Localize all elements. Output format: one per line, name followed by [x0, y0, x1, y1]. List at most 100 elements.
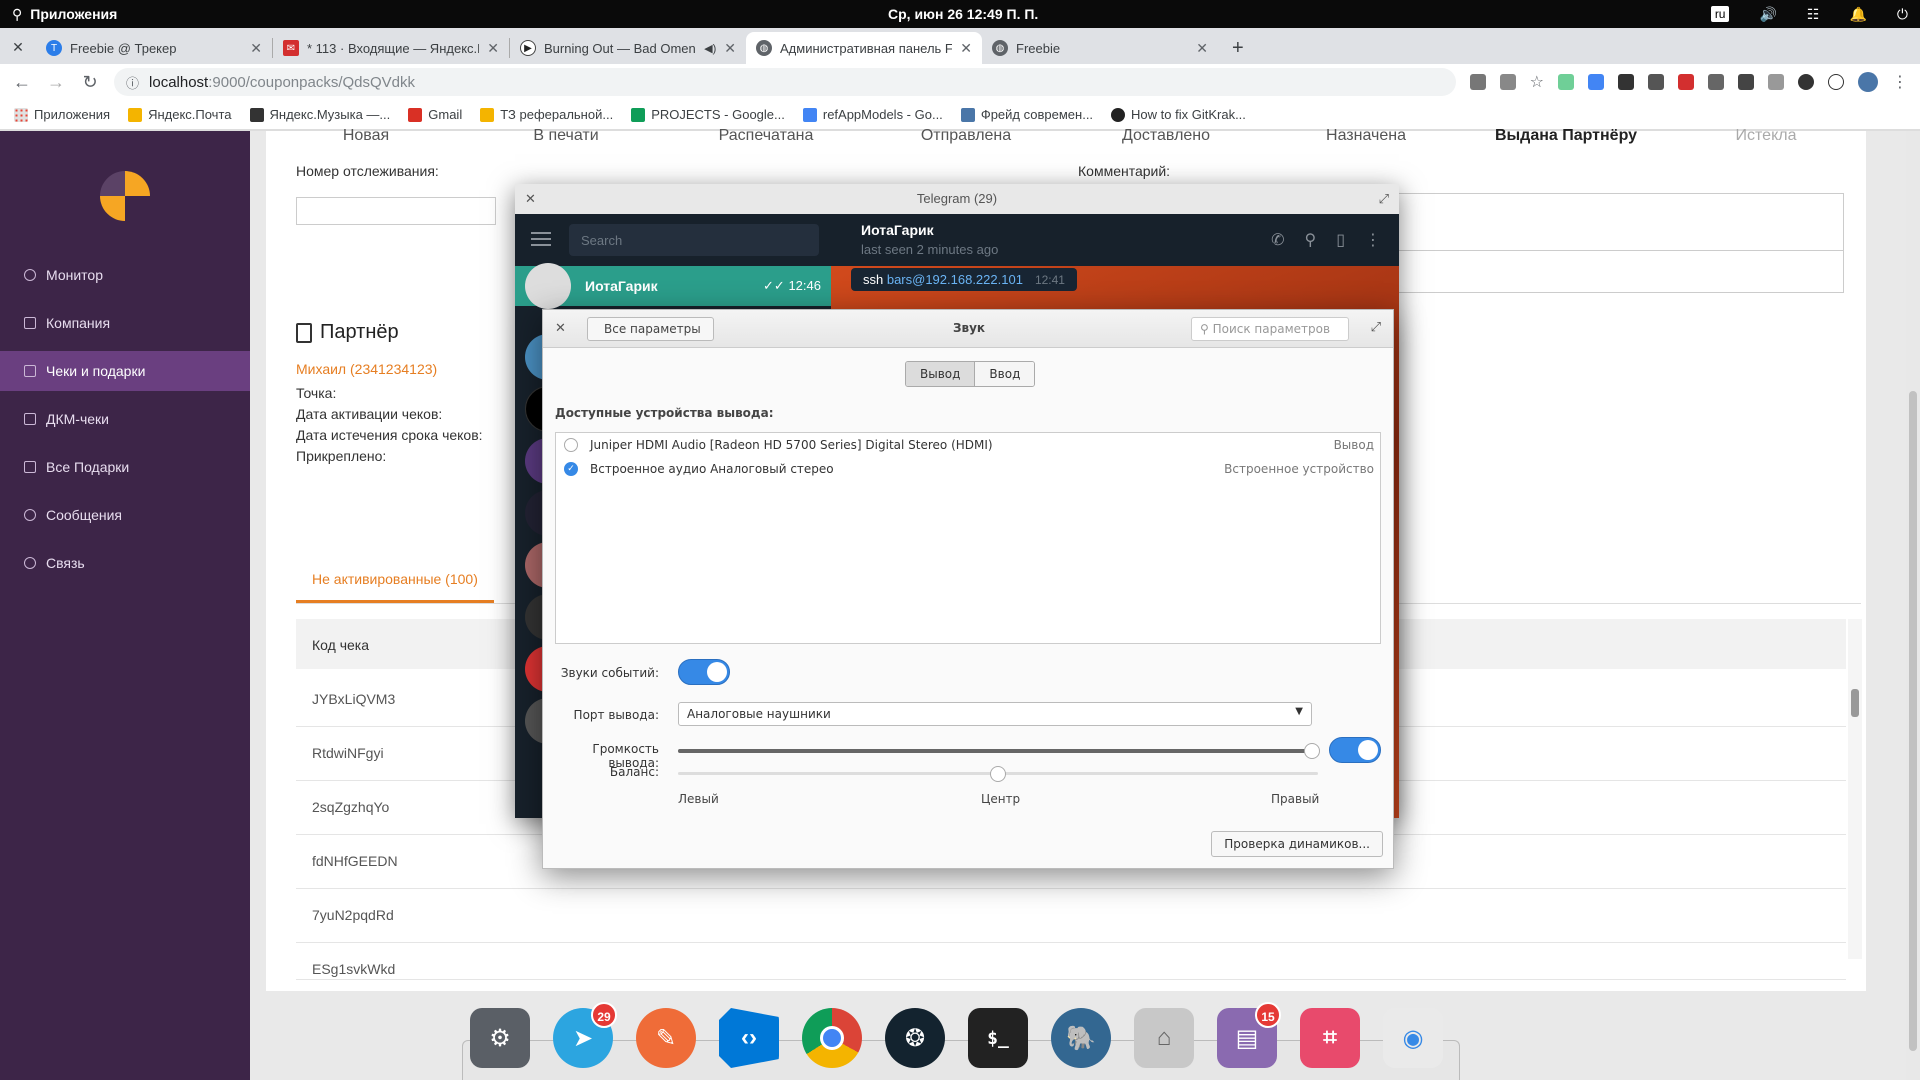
scrollbar-thumb[interactable]	[1851, 689, 1859, 717]
chat-list-item-active[interactable]: ИотаГарик ✓✓ 12:46	[515, 263, 831, 309]
terminal-icon[interactable]: $_	[968, 1008, 1028, 1068]
forward-arrow-icon[interactable]: →	[46, 72, 66, 93]
browser-tab[interactable]: T Freebie @ Трекер ✕	[36, 32, 272, 64]
extension-icon[interactable]	[1678, 74, 1694, 90]
table-row[interactable]: 7yuN2pqdRd	[296, 889, 1846, 943]
browser-tab[interactable]: ▶ Burning Out — Bad Omens ◀) ✕	[510, 32, 746, 64]
output-port-select[interactable]: Аналоговые наушники ▼	[678, 702, 1312, 726]
search-icon[interactable]: ⚲	[1304, 230, 1316, 250]
balance-slider-knob[interactable]	[990, 766, 1006, 782]
browser-tab[interactable]: ◍ Freebie ✕	[982, 32, 1218, 64]
bookmark-item[interactable]: ТЗ реферальной...	[480, 107, 613, 122]
device-row[interactable]: Juniper HDMI Audio [Radeon HD 5700 Serie…	[556, 433, 1380, 457]
tab-output[interactable]: Вывод	[906, 362, 976, 386]
settings-gear-icon[interactable]: ⚙	[470, 1008, 530, 1068]
more-vertical-icon[interactable]: ⋮	[1365, 230, 1381, 250]
bookmark-item[interactable]: PROJECTS - Google...	[631, 107, 785, 122]
telegram-icon[interactable]: ➤ 29	[553, 1002, 617, 1068]
vscode-icon[interactable]: ‹›	[719, 1008, 779, 1068]
tab-close-icon[interactable]: ✕	[724, 40, 736, 57]
bookmark-apps[interactable]: Приложения	[14, 107, 110, 122]
applications-menu[interactable]: ⚲ Приложения	[0, 6, 117, 23]
bookmark-item[interactable]: How to fix GitKrak...	[1111, 107, 1246, 122]
sidebar-item-connection[interactable]: Связь	[0, 543, 250, 583]
sidebar-item-messages[interactable]: Сообщения	[0, 495, 250, 535]
archive-manager-icon[interactable]: ▤ 15	[1217, 1002, 1281, 1068]
settings-search-input[interactable]: ⚲ Поиск параметров	[1191, 317, 1349, 341]
tab-close-icon[interactable]: ✕	[250, 40, 262, 57]
bookmark-item[interactable]: Gmail	[408, 107, 462, 122]
table-row[interactable]: ESg1svkWkd	[296, 943, 1846, 980]
network-icon[interactable]: ☷	[1807, 6, 1820, 23]
screenshot-crop-icon[interactable]: ⌗	[1300, 1008, 1360, 1068]
partner-link[interactable]: Михаил (2341234123)	[296, 361, 437, 377]
gitkraken-icon[interactable]: ❂	[885, 1008, 945, 1068]
balance-slider[interactable]	[678, 766, 1318, 782]
tab-close-icon[interactable]: ✕	[487, 40, 499, 57]
page-scrollbar[interactable]	[1906, 131, 1920, 1080]
extension-icon[interactable]	[1738, 74, 1754, 90]
tracking-number-input[interactable]	[296, 197, 496, 225]
sidebar-toggle-icon[interactable]: ▯	[1336, 230, 1345, 250]
tab-not-activated[interactable]: Не активированные (100)	[296, 571, 494, 603]
back-arrow-icon[interactable]: ←	[12, 72, 32, 93]
volume-icon[interactable]: 🔊	[1759, 6, 1776, 23]
translate-icon[interactable]	[1499, 74, 1516, 90]
extension-icon[interactable]	[1558, 74, 1574, 90]
file-manager-icon[interactable]: ⌂	[1134, 1008, 1194, 1068]
logo[interactable]	[100, 171, 150, 221]
sidebar-item-checks-gifts[interactable]: Чеки и подарки	[0, 351, 250, 391]
bookmark-star-icon[interactable]: ☆	[1530, 72, 1544, 92]
extension-icon[interactable]	[1828, 74, 1844, 90]
more-menu-icon[interactable]: ⋮	[1892, 72, 1908, 92]
extension-icon[interactable]	[1618, 74, 1634, 90]
extension-icon[interactable]	[1648, 74, 1664, 90]
message-bubble[interactable]: ssh bars@192.168.222.101 12:41	[851, 268, 1077, 291]
table-scrollbar[interactable]	[1848, 619, 1862, 959]
mute-toggle[interactable]	[1329, 737, 1381, 763]
comment-editor[interactable]: Tx	[1366, 193, 1844, 293]
tab-audio-icon[interactable]: ◀)	[704, 42, 716, 55]
power-icon[interactable]: ⏻	[1897, 6, 1908, 23]
message-link[interactable]: bars@192.168.222.101	[887, 272, 1023, 287]
extension-icon[interactable]	[1708, 74, 1724, 90]
reload-icon[interactable]: ↻	[80, 72, 100, 93]
bookmark-item[interactable]: Фрейд современ...	[960, 107, 1093, 122]
event-sounds-toggle[interactable]	[678, 659, 730, 685]
maximize-icon[interactable]: ⤢	[1379, 184, 1389, 214]
chat-header-name[interactable]: ИотаГарик	[861, 222, 934, 238]
close-window-icon[interactable]: ✕	[0, 39, 36, 64]
extension-icon[interactable]	[1768, 74, 1784, 90]
sidebar-item-dkm-checks[interactable]: ДКМ-чеки	[0, 399, 250, 439]
extension-icon[interactable]	[1588, 74, 1604, 90]
postman-icon[interactable]: ✎	[636, 1008, 696, 1068]
switchboard-toggle-icon[interactable]: ◉	[1383, 1008, 1443, 1068]
volume-slider-knob[interactable]	[1304, 743, 1320, 759]
notifications-bell-icon[interactable]: 🔔	[1849, 6, 1866, 23]
extension-icon[interactable]	[1798, 74, 1814, 90]
volume-slider[interactable]	[678, 743, 1320, 759]
tab-input[interactable]: Ввод	[975, 362, 1035, 386]
bookmark-item[interactable]: Яндекс.Музыка —...	[249, 107, 390, 122]
address-bar[interactable]: ⓘ localhost:9000/couponpacks/QdsQVdkk	[114, 68, 1456, 96]
sidebar-item-monitor[interactable]: Монитор	[0, 255, 250, 295]
browser-tab[interactable]: ✉ * 113 · Входящие — Яндекс.П ✕	[273, 32, 509, 64]
hamburger-menu-icon[interactable]	[531, 232, 551, 246]
info-icon[interactable]: ⓘ	[126, 73, 139, 92]
sidebar-item-all-gifts[interactable]: Все Подарки	[0, 447, 250, 487]
new-tab-button[interactable]: +	[1218, 37, 1258, 64]
key-icon[interactable]	[1469, 74, 1486, 90]
keyboard-layout-indicator[interactable]: ru	[1710, 6, 1730, 22]
chrome-icon[interactable]	[802, 1008, 862, 1068]
tab-close-icon[interactable]: ✕	[1196, 40, 1208, 57]
bookmark-item[interactable]: refAppModels - Go...	[802, 107, 943, 122]
tab-close-icon[interactable]: ✕	[960, 40, 972, 57]
bookmark-item[interactable]: Яндекс.Почта	[128, 107, 232, 122]
profile-avatar[interactable]	[1858, 72, 1878, 92]
maximize-icon[interactable]: ⤢	[1371, 320, 1381, 335]
chat-search-input[interactable]: Search	[569, 224, 819, 256]
phone-icon[interactable]: ✆	[1271, 230, 1284, 250]
device-row[interactable]: ✓ Встроенное аудио Аналоговый стерео Вст…	[556, 457, 1380, 481]
sidebar-item-company[interactable]: Компания	[0, 303, 250, 343]
browser-tab-active[interactable]: ◍ Административная панель F ✕	[746, 32, 982, 64]
